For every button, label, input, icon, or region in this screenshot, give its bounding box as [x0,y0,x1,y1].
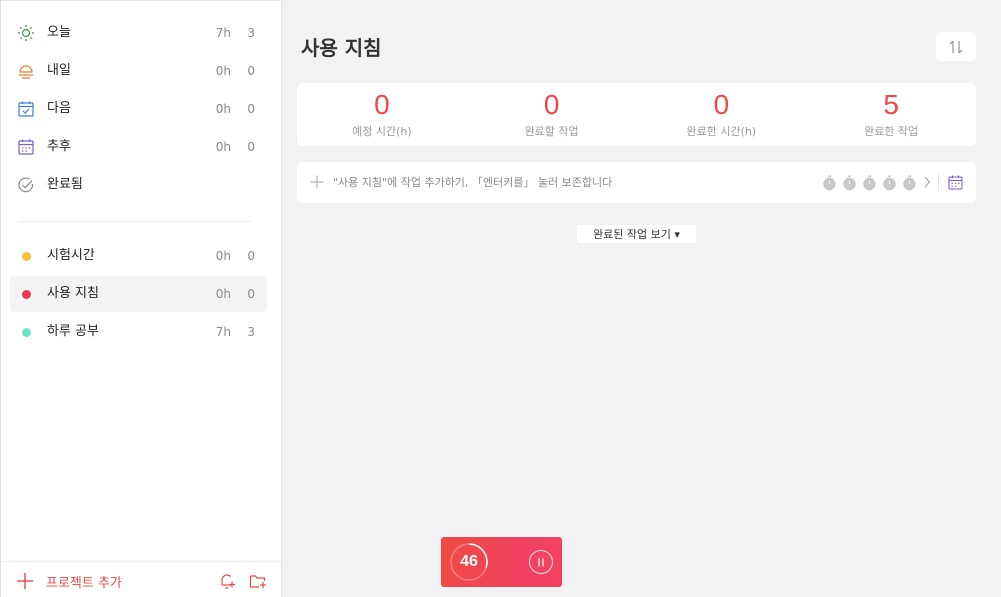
sidebar-item-label: 오늘 [47,25,71,40]
sidebar-item-time: 0h [215,64,231,78]
sidebar-item-count: 3 [247,325,255,339]
stat-label: 예정 시간(h) [352,125,412,138]
calendar-icon [17,138,35,156]
sidebar: 오늘 7h 3 내일 0h 0 다음 0h 0 추후 0h 0 완료됨 시험시간… [0,0,282,597]
sidebar-item-count: 0 [247,249,255,263]
pomodoro-estimate-icon[interactable] [882,175,897,191]
sidebar-item-count: 3 [247,26,255,40]
add-project-label: 프로젝트 추가 [46,575,122,591]
sidebar-project-usage-guide[interactable]: 사용 지침 0h 0 [10,276,267,312]
chevron-right-icon[interactable] [923,176,931,188]
sidebar-item-time: 0h [215,287,231,301]
sidebar-item-count: 0 [247,64,255,78]
sidebar-item-count: 0 [247,102,255,116]
plus-icon [310,175,324,189]
sidebar-item-label: 사용 지침 [47,286,99,301]
pomodoro-estimate-icon[interactable] [902,175,917,191]
sort-button[interactable] [936,32,976,61]
sun-icon [17,24,35,42]
timer-value: 46 [460,553,478,570]
project-color-dot [22,290,31,299]
sidebar-footer: 프로젝트 추가 [1,561,282,597]
sort-icon [949,40,963,53]
stat-label: 완료한 작업 [864,125,919,138]
stat-value: 0 [543,89,560,120]
sidebar-item-tomorrow[interactable]: 내일 0h 0 [10,53,267,89]
project-color-dot [22,328,31,337]
separator [938,174,939,191]
pause-button[interactable] [529,550,553,574]
stat-label: 완료한 시간(h) [686,125,757,138]
pomodoro-estimate-icon[interactable] [822,175,837,191]
sidebar-item-completed[interactable]: 완료됨 [10,167,267,203]
sidebar-item-time: 0h [215,140,231,154]
show-completed-tasks-button[interactable]: 완료된 작업 보기 ▾ [577,225,696,243]
sidebar-item-count: 0 [247,140,255,154]
stat-label: 완료할 작업 [524,125,579,138]
stats-panel: 0 예정 시간(h) 0 완료할 작업 0 완료한 시간(h) 5 완료한 작업 [297,83,976,146]
folder-add-icon[interactable] [249,572,267,590]
pomodoro-estimate-icon[interactable] [842,175,857,191]
sidebar-item-later[interactable]: 추후 0h 0 [10,129,267,165]
stat-value: 5 [883,89,899,120]
add-task-placeholder: "사용 지침"에 작업 추가하기, 「엔터키를」 눌러 보존합니다 [333,176,613,189]
plus-icon [17,573,33,589]
sidebar-item-time: 0h [215,249,231,263]
bell-add-icon[interactable] [218,572,236,590]
sidebar-project-exam-time[interactable]: 시험시간 0h 0 [10,238,267,274]
sidebar-item-label: 내일 [47,63,71,78]
sidebar-item-time: 0h [215,102,231,116]
stat-estimated-time: 0 예정 시간(h) [297,83,467,146]
stat-value: 0 [713,89,730,120]
pause-icon [538,558,544,566]
stat-elapsed-time: 0 완료한 시간(h) [637,83,807,146]
page-title: 사용 지침 [301,36,382,60]
sidebar-item-label: 하루 공부 [47,324,99,339]
project-color-dot [22,252,31,261]
sidebar-item-label: 완료됨 [47,177,83,192]
sidebar-item-today[interactable]: 오늘 7h 3 [10,15,267,51]
add-task-input[interactable]: "사용 지침"에 작업 추가하기, 「엔터키를」 눌러 보존합니다 [297,162,976,203]
add-project-button[interactable]: 프로젝트 추가 [16,572,122,591]
calendar-check-icon [17,100,35,118]
check-circle-icon [17,176,35,194]
sidebar-item-next[interactable]: 다음 0h 0 [10,91,267,127]
pomodoro-estimate-icon[interactable] [862,175,877,191]
stat-tasks-to-complete: 0 완료할 작업 [467,83,637,146]
sidebar-item-count: 0 [247,287,255,301]
sidebar-project-daily-study[interactable]: 하루 공부 7h 3 [10,314,267,350]
sunset-icon [17,62,35,80]
sidebar-divider [18,221,251,222]
stat-completed-tasks: 5 완료한 작업 [806,83,976,146]
pomodoro-timer[interactable]: 46 [441,537,562,587]
sidebar-item-label: 다음 [47,101,71,116]
sidebar-item-label: 시험시간 [47,248,95,263]
stat-value: 0 [374,89,390,120]
sidebar-item-time: 7h [215,325,231,339]
sidebar-item-label: 추후 [47,139,71,154]
calendar-icon[interactable] [948,175,963,190]
sidebar-item-time: 7h [215,26,231,40]
